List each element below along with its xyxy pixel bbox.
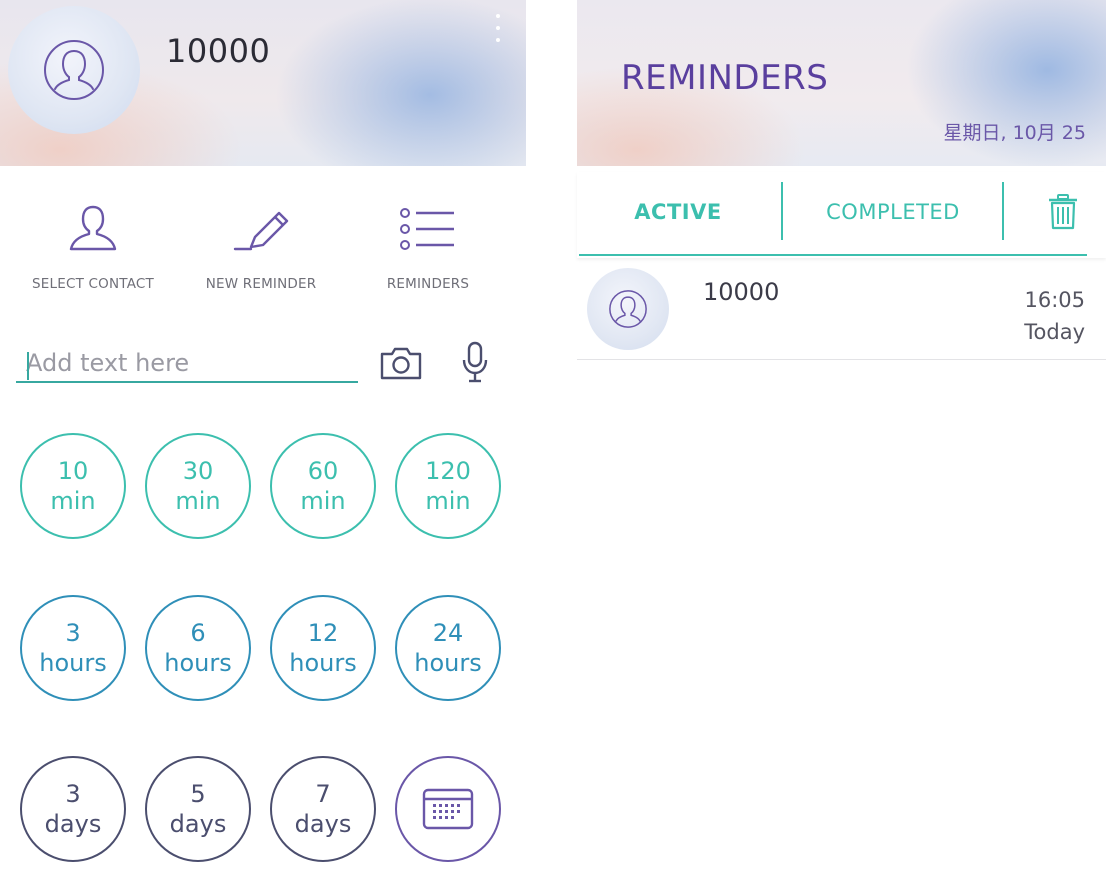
preset-value: 3 [65,619,81,647]
reminders-label: REMINDERS [386,276,470,292]
reminder-time: 16:05 [1024,288,1085,312]
preset-5-days-button[interactable]: 5 days [145,756,251,862]
microphone-icon [462,341,488,383]
preset-unit: min [425,487,471,515]
preset-value: 12 [307,619,339,647]
reminder-text-row [0,335,526,395]
tab-indicator [579,254,1087,256]
trash-icon [1049,194,1077,230]
preset-value: 30 [182,457,214,485]
tab-divider [1002,182,1004,240]
preset-3-hours-button[interactable]: 3 hours [20,595,126,701]
preset-value: 3 [65,780,81,808]
tab-active[interactable]: ACTIVE [577,172,779,252]
page-title: REMINDERS [621,58,829,98]
screenshot-stage: 10000 SELECT CONTACT NEW REMINDER REMIND… [0,0,1106,892]
camera-button[interactable] [378,343,424,383]
tab-completed[interactable]: COMPLETED [783,172,1003,252]
preset-30-min-button[interactable]: 30 min [145,433,251,539]
reminders-screen: REMINDERS 星期日, 10月 25 ACTIVE COMPLETED 1… [577,0,1106,892]
preset-6-hours-button[interactable]: 6 hours [145,595,251,701]
person-icon [44,40,104,100]
preset-12-hours-button[interactable]: 12 hours [270,595,376,701]
preset-value: 5 [190,780,206,808]
reminders-button[interactable]: REMINDERS [343,200,513,292]
preset-value: 6 [190,619,206,647]
preset-3-days-button[interactable]: 3 days [20,756,126,862]
select-contact-label: SELECT CONTACT [32,276,154,292]
preset-value: 60 [307,457,339,485]
preset-7-days-button[interactable]: 7 days [270,756,376,862]
preset-120-min-button[interactable]: 120 min [395,433,501,539]
preset-unit: min [175,487,221,515]
reminder-text-input[interactable] [16,345,358,383]
new-reminder-button[interactable]: NEW REMINDER [176,200,346,292]
preset-unit: days [169,810,227,838]
person-icon [609,290,647,328]
contact-name: 10000 [166,32,271,70]
microphone-button[interactable] [458,339,492,385]
preset-unit: hours [289,649,357,677]
preset-value: 24 [432,619,464,647]
new-reminder-screen: 10000 SELECT CONTACT NEW REMINDER REMIND… [0,0,526,892]
reminder-tabs: ACTIVE COMPLETED [577,172,1106,258]
preset-unit: days [44,810,102,838]
action-bar: SELECT CONTACT NEW REMINDER REMINDERS [0,200,526,300]
overflow-menu-icon[interactable] [494,14,502,42]
reminder-day: Today [1024,320,1085,344]
new-reminder-label: NEW REMINDER [205,276,317,292]
reminder-contact-name: 10000 [703,278,780,306]
avatar [587,268,669,350]
contact-avatar[interactable] [8,6,140,134]
calendar-icon [422,788,474,830]
preset-unit: min [300,487,346,515]
preset-value: 10 [57,457,89,485]
preset-10-min-button[interactable]: 10 min [20,433,126,539]
select-contact-button[interactable]: SELECT CONTACT [8,200,178,292]
contact-header: 10000 [0,0,526,166]
preset-24-hours-button[interactable]: 24 hours [395,595,501,701]
preset-unit: hours [39,649,107,677]
text-cursor [27,352,29,380]
list-icon [400,208,454,250]
pencil-icon [233,211,289,251]
header-date: 星期日, 10月 25 [943,122,1086,144]
delete-button[interactable] [1041,190,1085,234]
preset-value: 120 [425,457,471,485]
preset-unit: min [50,487,96,515]
preset-value: 7 [315,780,331,808]
preset-unit: hours [164,649,232,677]
preset-60-min-button[interactable]: 60 min [270,433,376,539]
reminders-header: REMINDERS 星期日, 10月 25 [577,0,1106,166]
camera-icon [380,347,422,380]
preset-unit: hours [414,649,482,677]
person-icon [69,205,117,251]
list-item[interactable]: 10000 16:05 Today [577,262,1106,360]
pick-date-button[interactable] [395,756,501,862]
preset-unit: days [294,810,352,838]
